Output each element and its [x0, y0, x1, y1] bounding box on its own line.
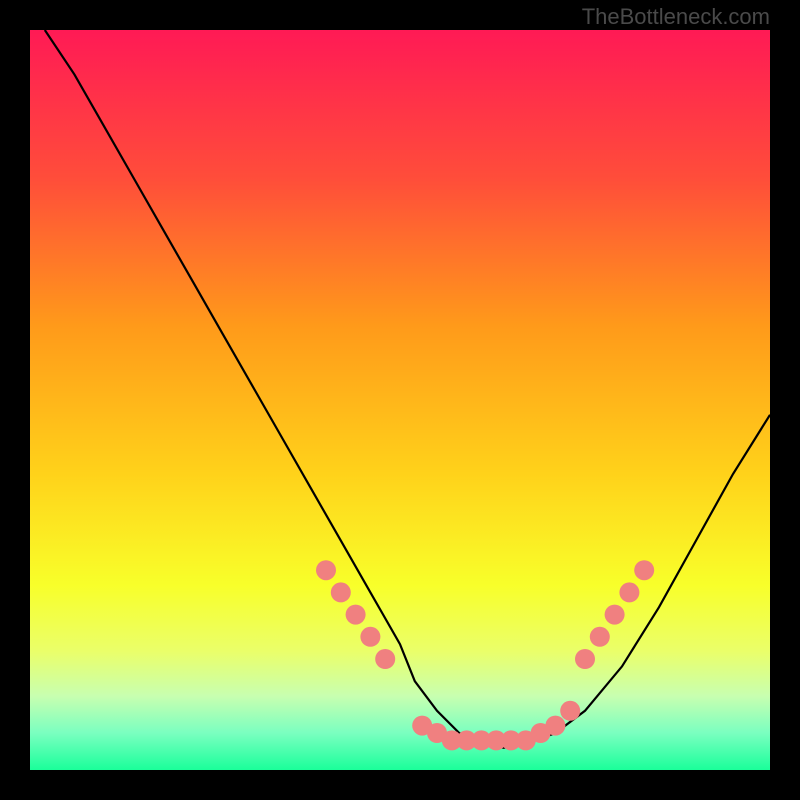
marker-dot: [634, 560, 654, 580]
marker-dot: [590, 627, 610, 647]
marker-dot: [619, 582, 639, 602]
watermark-text: TheBottleneck.com: [582, 4, 770, 30]
chart-svg: [30, 30, 770, 770]
marker-dot: [605, 605, 625, 625]
marker-dot: [346, 605, 366, 625]
plot-area: [30, 30, 770, 770]
marker-dot: [360, 627, 380, 647]
marker-dot: [316, 560, 336, 580]
marker-dot: [560, 701, 580, 721]
marker-dot: [575, 649, 595, 669]
marker-dot: [331, 582, 351, 602]
marker-dot: [545, 716, 565, 736]
marker-dot: [375, 649, 395, 669]
chart-frame: TheBottleneck.com: [0, 0, 800, 800]
gradient-background: [30, 30, 770, 770]
